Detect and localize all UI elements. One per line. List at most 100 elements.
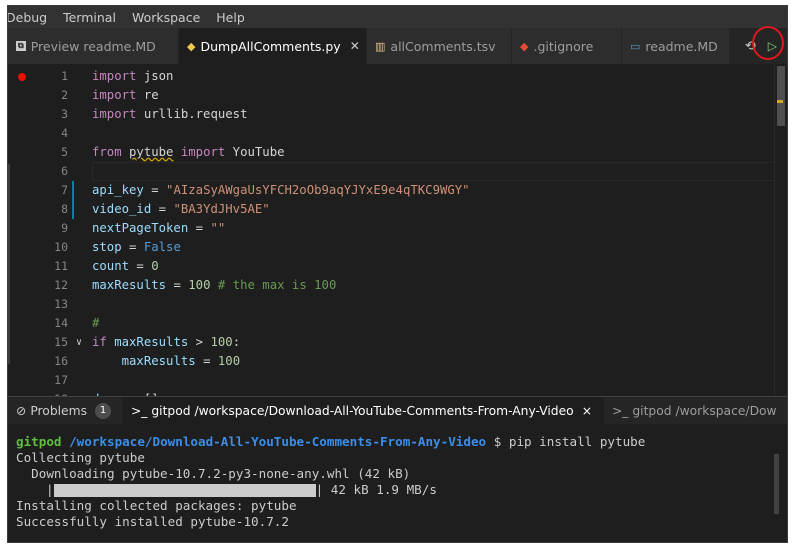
panel-tab-bar: ⊘ Problems 1 >_ gitpod /workspace/Downlo… <box>8 396 787 425</box>
editor-scrollbar[interactable] <box>774 64 787 396</box>
modified-gutter-marker <box>72 200 74 219</box>
code-token: maxResults <box>114 335 189 349</box>
code-token: maxResults <box>121 354 196 368</box>
code-line: 5 from pytube import YouTube <box>8 143 778 162</box>
menu-bar: Debug Terminal Workspace Help <box>8 6 787 28</box>
line-number: 12 <box>54 278 68 292</box>
code-token: = <box>143 183 167 197</box>
tab-label: readme.MD <box>645 38 718 54</box>
code-token: "AIzaSyAWgaUsYFCH2oOb9aqYJYxE9e4qTKC9WGY… <box>166 183 470 197</box>
git-icon: ◆ <box>520 39 529 53</box>
scrollbar-thumb[interactable] <box>777 66 785 126</box>
close-icon[interactable]: × <box>582 404 592 418</box>
line-number: 5 <box>61 145 68 159</box>
terminal-line: Installing collected packages: pytube <box>16 498 297 513</box>
code-token: : <box>232 335 241 349</box>
table-icon: ▥ <box>375 39 386 53</box>
terminal[interactable]: gitpod /workspace/Download-All-YouTube-C… <box>8 424 787 542</box>
code-text: if maxResults > 100: <box>92 333 240 352</box>
code-token: = <box>129 259 152 273</box>
code-token: urllib.request <box>136 107 248 121</box>
code-editor[interactable]: 1 import json 2 import re 3 import urllib.req… <box>8 64 787 396</box>
code-line: 12 maxResults = 100 # the max is 100 <box>8 276 778 295</box>
menu-help[interactable]: Help <box>208 10 253 25</box>
terminal-line: | | 42 kB 1.9 MB/s <box>46 482 437 497</box>
code-token: # <box>92 316 100 330</box>
terminal-line: Downloading pytube-10.7.2-py3-none-any.w… <box>16 466 411 481</box>
menu-terminal[interactable]: Terminal <box>55 10 124 25</box>
line-number: 17 <box>54 373 68 387</box>
tab-problems[interactable]: ⊘ Problems 1 <box>8 397 123 425</box>
menu-debug[interactable]: Debug <box>8 10 55 25</box>
code-token: video_id <box>92 202 152 216</box>
code-text: stop = False <box>92 238 181 257</box>
code-token: > <box>188 335 211 349</box>
code-line: 16 maxResults = 100 <box>8 352 778 371</box>
line-number: 9 <box>61 221 68 235</box>
code-line: 13 <box>8 295 778 314</box>
tab-allcomments[interactable]: ▥ allComments.tsv <box>367 28 512 64</box>
breakpoint-icon[interactable] <box>18 73 26 81</box>
code-token: = <box>166 278 189 292</box>
code-token: "" <box>210 221 226 235</box>
line-number: 3 <box>61 107 68 121</box>
progress-bar <box>53 484 316 497</box>
ide-window: Debug Terminal Workspace Help ⧉ Preview … <box>7 5 788 543</box>
terminal-tab-label: >_ gitpod /workspace/Dow <box>612 404 777 418</box>
code-text: import urllib.request <box>92 105 247 124</box>
terminal-line: gitpod /workspace/Download-All-YouTube-C… <box>16 434 645 450</box>
close-icon[interactable]: ✕ <box>350 39 360 53</box>
code-token: count <box>92 259 130 273</box>
code-line: 17 <box>8 371 778 390</box>
tab-terminal-2[interactable]: >_ gitpod /workspace/Dow <box>604 397 787 425</box>
code-line: 4 <box>8 124 778 143</box>
line-number: 4 <box>61 126 68 140</box>
code-token: stop <box>92 240 122 254</box>
line-number: 8 <box>61 202 68 216</box>
code-token: if <box>92 335 107 349</box>
code-text: maxResults = 100 # the max is 100 <box>92 276 336 295</box>
code-line: 1 import json <box>8 67 778 86</box>
tab-label: Preview readme.MD <box>30 38 156 54</box>
code-token: api_key <box>92 183 144 197</box>
fold-chevron-icon[interactable]: ∨ <box>76 333 82 352</box>
code-text: maxResults = 100 <box>92 352 240 371</box>
tab-label: DumpAllComments.py <box>200 38 341 54</box>
markdown-icon: ▭ <box>630 39 641 53</box>
terminal-line: Collecting pytube <box>16 450 145 465</box>
editor-tab-bar: ⧉ Preview readme.MD ◆ DumpAllComments.py… <box>8 28 787 64</box>
problems-count-badge: 1 <box>95 403 111 419</box>
tab-terminal-1[interactable]: >_ gitpod /workspace/Download-All-YouTub… <box>123 397 604 425</box>
code-token: = <box>195 354 218 368</box>
python-icon: ◆ <box>187 39 196 53</box>
terminal-tab-label: >_ gitpod /workspace/Download-All-YouTub… <box>131 404 574 418</box>
code-token: re <box>136 88 159 102</box>
code-text: import re <box>92 86 159 105</box>
code-token: pytube <box>129 145 174 159</box>
code-token: import <box>180 145 226 159</box>
code-line: 7 api_key = "AIzaSyAWgaUsYFCH2oOb9aqYJYxE… <box>8 181 778 200</box>
code-token: = <box>121 240 144 254</box>
terminal-command: $ pip install pytube <box>486 434 646 449</box>
code-line: 6 <box>8 162 784 181</box>
line-number: 14 <box>54 316 68 330</box>
prompt-path: /workspace/Download-All-YouTube-Comments… <box>69 434 487 449</box>
tab-gitignore[interactable]: ◆ .gitignore <box>512 28 622 64</box>
highlight-annotation <box>752 26 784 60</box>
code-token: "BA3YdJHv5AE" <box>173 202 270 216</box>
tab-preview-readme[interactable]: ⧉ Preview readme.MD <box>8 28 179 64</box>
line-number: 16 <box>54 354 68 368</box>
terminal-scrollbar[interactable] <box>774 454 779 514</box>
code-token: 100 <box>217 354 241 368</box>
line-number: 6 <box>61 164 68 178</box>
tab-label: .gitignore <box>533 38 594 54</box>
code-text: video_id = "BA3YdJHv5AE" <box>92 200 270 219</box>
tab-dumpallcomments[interactable]: ◆ DumpAllComments.py ✕ <box>179 28 367 64</box>
code-token: from <box>92 145 122 159</box>
tab-readme[interactable]: ▭ readme.MD <box>622 28 730 64</box>
line-number: 11 <box>54 259 68 273</box>
code-token: import <box>92 88 137 102</box>
menu-workspace[interactable]: Workspace <box>124 10 208 25</box>
